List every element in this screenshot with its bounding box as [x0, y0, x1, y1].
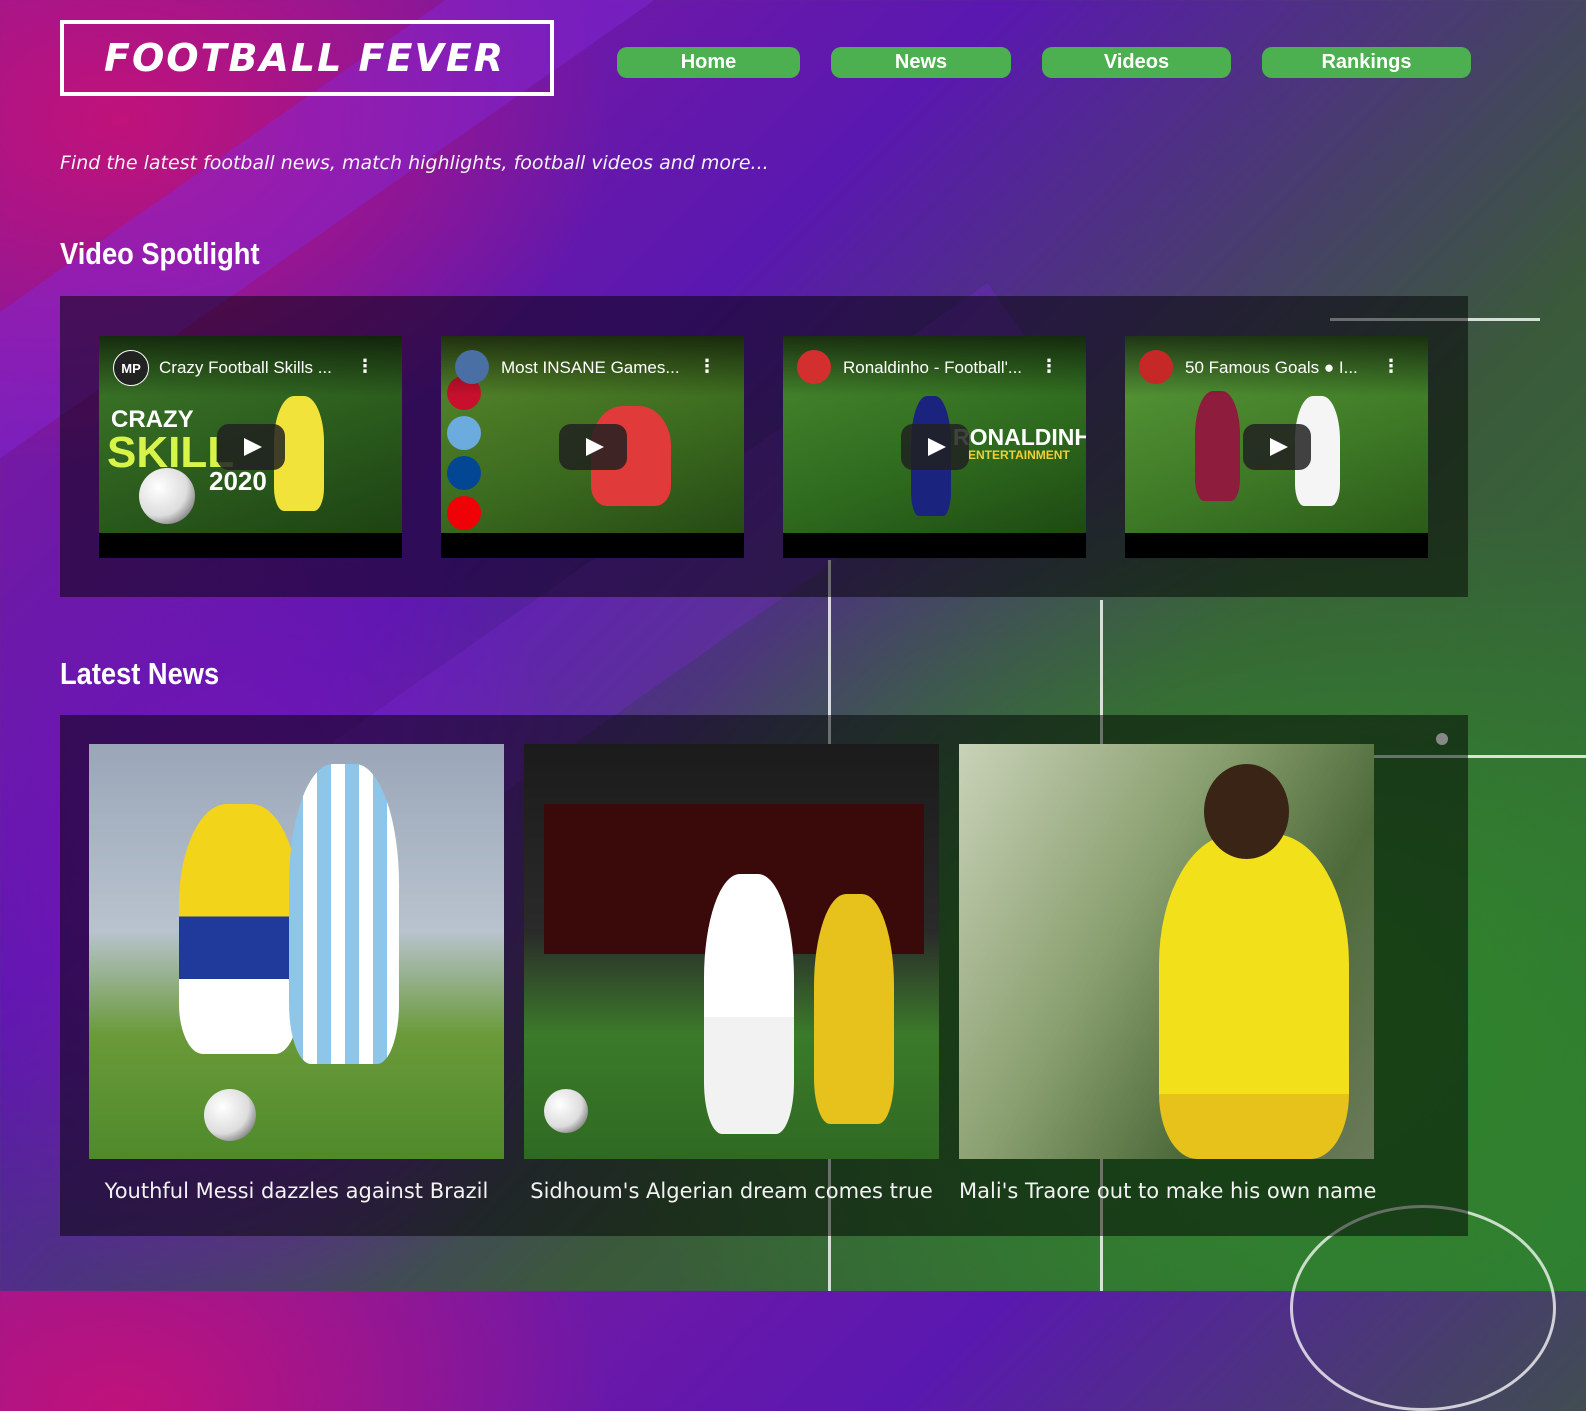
play-icon[interactable] [901, 424, 969, 470]
nav-rankings-label: Rankings [1321, 51, 1412, 73]
nav-news-button[interactable]: News [831, 47, 1011, 78]
nav-videos-label: Videos [1103, 51, 1170, 73]
play-icon[interactable] [1243, 424, 1311, 470]
more-vert-icon[interactable]: ⋮ [1382, 358, 1400, 376]
crest-icon [447, 416, 481, 450]
channel-avatar[interactable] [797, 350, 831, 384]
channel-badge: MP [121, 360, 141, 376]
play-icon[interactable] [217, 424, 285, 470]
video-title[interactable]: Most INSANE Games... [501, 358, 701, 378]
player-brazil-image [179, 804, 299, 1054]
player-head-image [1204, 764, 1289, 859]
nav-home-label: Home [680, 51, 737, 73]
thumb-text-year: 2020 [209, 466, 267, 496]
video-header: MP Crazy Football Skills ... ⋮ [99, 336, 402, 396]
site-logo[interactable]: FOOTBALL FEVER [60, 20, 554, 96]
carousel-dot[interactable] [1436, 733, 1448, 745]
video-title[interactable]: 50 Famous Goals ● I... [1185, 358, 1385, 378]
latest-news-panel: Youthful Messi dazzles against Brazil Si… [60, 715, 1468, 1236]
crest-icon [447, 456, 481, 490]
player-mali-image [814, 894, 894, 1124]
channel-avatar[interactable] [1139, 350, 1173, 384]
news-image[interactable] [524, 744, 939, 1159]
more-vert-icon[interactable]: ⋮ [1040, 358, 1058, 376]
news-image[interactable] [959, 744, 1374, 1159]
video-header: Ronaldinho - Football'... ⋮ [783, 336, 1086, 396]
video-embed[interactable]: Most INSANE Games... ⋮ [441, 336, 744, 558]
news-caption[interactable]: Youthful Messi dazzles against Brazil [89, 1179, 504, 1203]
nav-videos-button[interactable]: Videos [1042, 47, 1231, 78]
channel-avatar[interactable] [455, 350, 489, 384]
video-header: 50 Famous Goals ● I... ⋮ [1125, 336, 1428, 396]
news-caption[interactable]: Mali's Traore out to make his own name [959, 1179, 1376, 1203]
video-spotlight-panel: CRAZY SKILL 2020 MP Crazy Football Skill… [60, 296, 1468, 597]
club-crests [447, 376, 487, 531]
video-embed[interactable]: 50 Famous Goals ● I... ⋮ [1125, 336, 1428, 558]
nav-home-button[interactable]: Home [617, 47, 800, 78]
play-icon[interactable] [559, 424, 627, 470]
video-title[interactable]: Crazy Football Skills ... [159, 358, 359, 378]
ball-image [139, 468, 195, 524]
ball-image [544, 1089, 588, 1133]
more-vert-icon[interactable]: ⋮ [356, 358, 374, 376]
site-tagline: Find the latest football news, match hig… [60, 152, 769, 174]
news-article[interactable]: Youthful Messi dazzles against Brazil [89, 744, 504, 1203]
player-image [1195, 391, 1240, 501]
player-argentina-image [289, 764, 399, 1064]
news-article[interactable]: Sidhoum's Algerian dream comes true [524, 744, 939, 1203]
nav-rankings-button[interactable]: Rankings [1262, 47, 1471, 78]
video-header: Most INSANE Games... ⋮ [441, 336, 744, 396]
thumb-text-entertainment: ENTERTAINMENT [968, 448, 1070, 462]
news-image[interactable] [89, 744, 504, 1159]
player-algeria-image [704, 874, 794, 1134]
video-title[interactable]: Ronaldinho - Football'... [843, 358, 1043, 378]
news-article[interactable]: Mali's Traore out to make his own name [959, 744, 1376, 1203]
news-caption[interactable]: Sidhoum's Algerian dream comes true [524, 1179, 939, 1203]
nav-news-label: News [894, 51, 948, 73]
thumb-text-ronaldinho: RONALDINHO [953, 424, 1086, 450]
ball-image [204, 1089, 256, 1141]
more-vert-icon[interactable]: ⋮ [698, 358, 716, 376]
video-embed[interactable]: CRAZY SKILL 2020 MP Crazy Football Skill… [99, 336, 402, 558]
channel-avatar[interactable]: MP [113, 350, 149, 386]
video-spotlight-title: Video Spotlight [60, 236, 260, 271]
player-traore-image [1159, 834, 1349, 1159]
site-logo-text: FOOTBALL FEVER [104, 36, 506, 80]
video-embed[interactable]: RONALDINHO ENTERTAINMENT Ronaldinho - Fo… [783, 336, 1086, 558]
latest-news-title: Latest News [60, 656, 220, 691]
crest-icon [447, 496, 481, 530]
